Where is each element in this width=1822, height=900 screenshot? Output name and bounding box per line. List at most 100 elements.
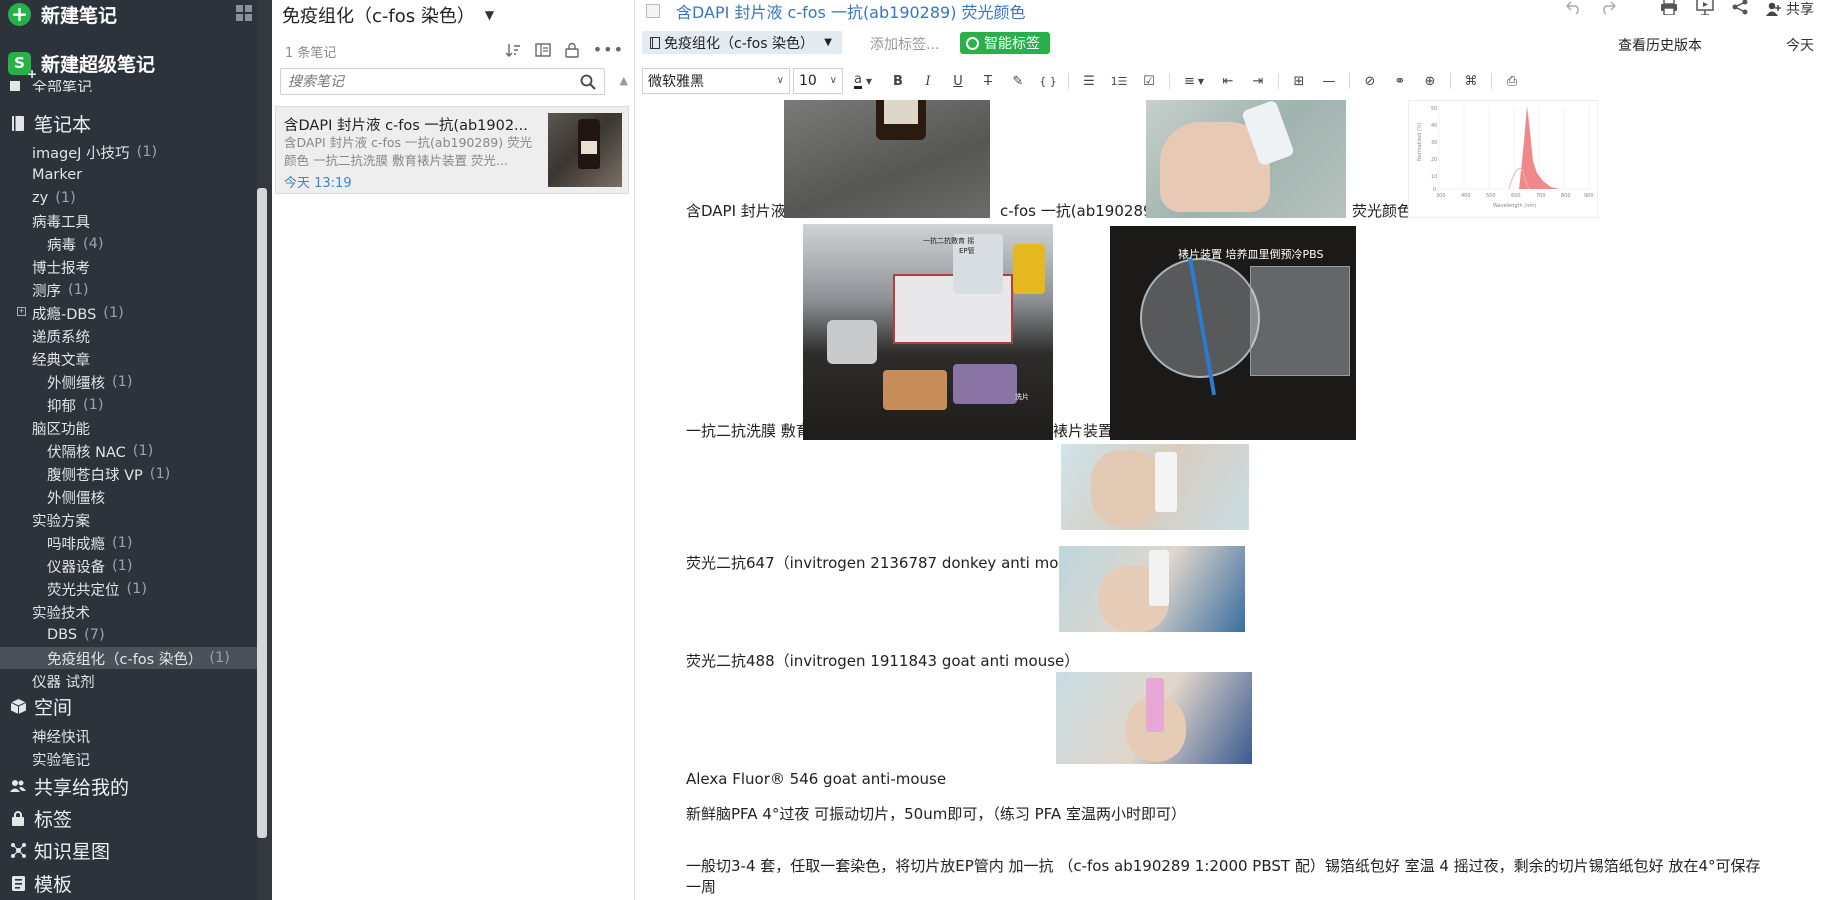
spectrum-chart: 300 400 500 600 700 800 900 Wavelength (… [1408, 100, 1598, 218]
shortcut-button[interactable]: ⌘ [1456, 68, 1486, 94]
sidebar-item-space[interactable]: 实验笔记 [32, 748, 90, 770]
sidebar-item-notebook[interactable]: 病毒工具 [32, 210, 90, 232]
redo-icon[interactable] [1600, 0, 1617, 18]
note-icon [10, 81, 20, 91]
photo-label: EP管 [959, 247, 975, 255]
today-label: 今天 [1786, 38, 1814, 54]
notebook-icon [10, 115, 26, 131]
photo-secondary-647[interactable] [1061, 444, 1249, 530]
sidebar-item-notebook[interactable]: imageJ 小技巧 (1) [32, 141, 157, 163]
add-tag-input[interactable]: 添加标签... [870, 34, 939, 54]
spectrum-y-tick: 0 [1433, 187, 1436, 193]
sort-icon[interactable] [505, 42, 521, 58]
sidebar-section-notebooks[interactable]: 笔记本 [10, 110, 91, 136]
notebook-count: (1) [132, 443, 154, 459]
lock-icon[interactable] [564, 42, 579, 58]
sidebar-item-notebook[interactable]: 免疫组化（c-fos 染色） (1) [0, 647, 257, 669]
sidebar-item-notebook[interactable]: DBS (7) [47, 624, 105, 646]
caption-alexa-546: Alexa Fluor® 546 goat anti-mouse [686, 770, 947, 788]
notebook-count: (1) [112, 535, 133, 551]
new-note-button[interactable]: + 新建笔记 [8, 1, 117, 27]
search-icon[interactable] [580, 74, 596, 94]
undo-icon[interactable] [1565, 0, 1582, 18]
sidebar-item-notebook[interactable]: 博士报考 [32, 256, 90, 278]
share-button[interactable]: 共享 [1766, 0, 1814, 19]
sidebar-section-space[interactable]: 空间 [10, 693, 72, 719]
indent-button[interactable]: ⇥ [1243, 68, 1273, 94]
sidebar-item-notebook[interactable]: 仪器 试剂 [32, 670, 95, 692]
strikethrough-button[interactable]: T [973, 68, 1003, 94]
sidebar-item-notebook[interactable]: 伏隔核 NAC (1) [47, 440, 153, 462]
print-icon[interactable] [1660, 0, 1678, 19]
notebook-selector[interactable]: 免疫组化（c-fos 染色） ▼ [642, 31, 842, 54]
photo-incubation-bench[interactable]: 一抗二抗敷育 摇 EP管 洗片 [803, 224, 1053, 440]
history-button[interactable]: 查看历史版本 [1618, 35, 1702, 55]
sidebar-item-space[interactable]: 神经快讯 [32, 725, 90, 747]
sidebar-scrollbar[interactable] [257, 188, 267, 838]
sidebar-item-notebook[interactable]: 抑郁 (1) [47, 394, 104, 416]
numbered-list-button[interactable]: 1☰ [1104, 68, 1134, 94]
sidebar-item-notebook[interactable]: 腹侧苍白球 VP (1) [47, 463, 170, 485]
sidebar-section-knowledge-graph[interactable]: 知识星图 [10, 837, 110, 863]
notebook-label: 病毒工具 [32, 214, 90, 231]
sidebar-item-notebook[interactable]: 外侧僵核 [47, 486, 105, 508]
insert-button[interactable]: ⊕ [1415, 68, 1445, 94]
sidebar-item-notebook[interactable]: 荧光共定位 (1) [47, 578, 147, 600]
smart-tag-button[interactable]: 智能标签 [960, 32, 1050, 54]
present-icon[interactable] [1696, 0, 1714, 19]
sidebar-item-all-notes[interactable]: 全部笔记 [10, 80, 92, 92]
sidebar-item-notebook[interactable]: 病毒 (4) [47, 233, 104, 255]
sidebar-item-notebook[interactable]: zy (1) [32, 187, 76, 209]
font-family-select[interactable]: 微软雅黑 ∨ [642, 68, 790, 94]
align-button[interactable]: ≡ ▼ [1175, 68, 1213, 94]
photo-alexa-546[interactable] [1056, 672, 1252, 764]
bold-button[interactable]: B [883, 68, 913, 94]
sidebar-item-notebook[interactable]: 实验方案 [32, 509, 90, 531]
italic-button[interactable]: I [913, 68, 943, 94]
checklist-button[interactable]: ☑ [1134, 68, 1164, 94]
expand-box-icon[interactable]: + [17, 307, 26, 316]
sidebar-item-notebook[interactable]: 经典文章 [32, 348, 90, 370]
sidebar-item-notebook[interactable]: 实验技术 [32, 601, 90, 623]
strikethrough-icon: T [984, 73, 992, 89]
font-color-button[interactable]: a ▼ [843, 68, 883, 94]
notebook-label: 免疫组化（c-fos 染色） [47, 651, 203, 668]
sidebar-item-notebook[interactable]: 递质系统 [32, 325, 90, 347]
grid-menu-icon[interactable] [236, 5, 252, 21]
highlight-button[interactable]: ✎ [1003, 68, 1033, 94]
link-button[interactable]: ⚭ [1385, 68, 1415, 94]
attachment-button[interactable]: ⊘ [1355, 68, 1385, 94]
sidebar-item-notebook[interactable]: 测序 (1) [32, 279, 89, 301]
underline-button[interactable]: U [943, 68, 973, 94]
sidebar-section-shared[interactable]: 共享给我的 [10, 773, 129, 799]
photo-mounting-setup[interactable]: 裱片装置 培养皿里倒预冷PBS [1110, 226, 1356, 440]
outdent-button[interactable]: ⇤ [1213, 68, 1243, 94]
search-input[interactable] [281, 69, 571, 94]
more-format-button[interactable]: ⎙ [1497, 68, 1527, 94]
sidebar-item-notebook[interactable]: 仪器设备 (1) [47, 555, 133, 577]
note-content[interactable]: 含DAPI 封片液 c-fos 一抗(ab190289) 荧光颜色 300 40… [686, 100, 1816, 900]
sidebar-item-notebook[interactable]: Marker [32, 164, 82, 186]
divider-button[interactable]: — [1314, 68, 1344, 94]
sidebar-section-templates[interactable]: 模板 [10, 870, 72, 896]
sidebar-item-notebook[interactable]: 外侧缰核 (1) [47, 371, 133, 393]
share-link-icon[interactable] [1732, 0, 1748, 19]
sidebar-item-notebook[interactable]: 脑区功能 [32, 417, 90, 439]
photo-mounting-medium[interactable] [784, 100, 990, 218]
bullet-list-button[interactable]: ☰ [1074, 68, 1104, 94]
photo-cfos-tube[interactable] [1146, 100, 1346, 218]
note-card[interactable]: 含DAPI 封片液 c-fos 一抗(ab1902... 含DAPI 封片液 c… [275, 106, 629, 194]
font-size-select[interactable]: 10 ∨ [793, 68, 843, 94]
more-icon[interactable]: ••• [593, 40, 624, 59]
sidebar-item-notebook[interactable]: + 成瘾-DBS (1) [17, 302, 124, 324]
collapse-up-icon[interactable]: ▲ [620, 74, 628, 87]
table-button[interactable]: ⊞ [1284, 68, 1314, 94]
new-super-note-button[interactable]: S 新建超级笔记 [8, 50, 155, 81]
note-title[interactable]: 含DAPI 封片液 c-fos 一抗(ab190289) 荧光颜色 [646, 0, 1026, 22]
view-mode-icon[interactable] [534, 42, 551, 58]
sidebar-item-notebook[interactable]: 吗啡成瘾 (1) [47, 532, 133, 554]
sidebar-section-tags[interactable]: 标签 [10, 805, 72, 831]
note-list-title[interactable]: 免疫组化（c-fos 染色） ▼ [282, 2, 494, 28]
code-button[interactable]: { } [1033, 68, 1063, 94]
photo-secondary-488[interactable] [1059, 546, 1245, 632]
